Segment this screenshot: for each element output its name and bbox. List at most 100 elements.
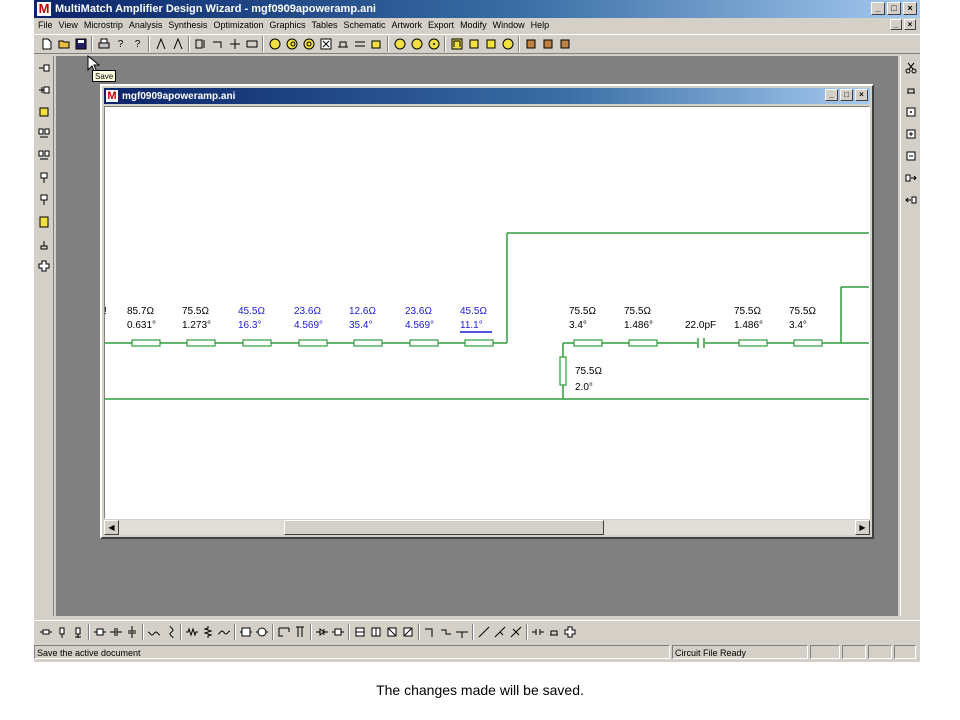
series-res-icon[interactable] <box>184 623 200 640</box>
menu-help[interactable]: Help <box>530 20 555 30</box>
transformer-icon[interactable] <box>276 623 292 640</box>
shunt-out-icon[interactable] <box>35 190 53 210</box>
circle-alt-icon[interactable] <box>499 36 516 53</box>
document-close-button[interactable]: × <box>855 89 868 101</box>
via-alt-icon[interactable] <box>492 623 508 640</box>
resonator-alt-icon[interactable] <box>254 623 270 640</box>
transformer-alt-icon[interactable] <box>292 623 308 640</box>
cut-icon[interactable] <box>902 58 920 78</box>
matrix-icon[interactable] <box>317 36 334 53</box>
help-icon[interactable]: ? <box>112 36 129 53</box>
mdi-close-button[interactable]: × <box>904 19 916 30</box>
ground-icon[interactable] <box>35 234 53 254</box>
network-icon[interactable] <box>334 36 351 53</box>
scroll-left-arrow-icon[interactable]: ◀ <box>104 520 119 535</box>
menu-export[interactable]: Export <box>427 20 459 30</box>
menu-graphics[interactable]: Graphics <box>268 20 310 30</box>
tune-icon[interactable] <box>152 36 169 53</box>
shunt-cap-icon[interactable] <box>124 623 140 640</box>
cascade-right-icon[interactable] <box>35 146 53 166</box>
layout-icon[interactable] <box>368 36 385 53</box>
input-port-icon[interactable] <box>35 58 53 78</box>
add-element-icon[interactable] <box>35 80 53 100</box>
mdi-minimize-button[interactable]: _ <box>890 19 902 30</box>
diode-icon[interactable] <box>314 623 330 640</box>
hybrid-fourth-icon[interactable] <box>400 623 416 640</box>
transistor-icon[interactable] <box>522 36 539 53</box>
maximize-button[interactable]: □ <box>887 2 901 15</box>
step-icon[interactable] <box>438 623 454 640</box>
series-cap-icon[interactable] <box>108 623 124 640</box>
shunt-short-icon[interactable] <box>70 623 86 640</box>
coupled-line-icon[interactable] <box>92 623 108 640</box>
via-icon[interactable] <box>476 623 492 640</box>
menu-window[interactable]: Window <box>492 20 530 30</box>
pulse-icon[interactable] <box>448 36 465 53</box>
element-icon[interactable] <box>192 36 209 53</box>
tapped-ind-icon[interactable] <box>216 623 232 640</box>
shunt-in-icon[interactable] <box>35 168 53 188</box>
tee-icon[interactable] <box>454 623 470 640</box>
menu-file[interactable]: File <box>37 20 58 30</box>
menu-schematic[interactable]: Schematic <box>343 20 391 30</box>
transistor-third-icon[interactable] <box>556 36 573 53</box>
menu-optimization[interactable]: Optimization <box>212 20 268 30</box>
transistor-alt-icon[interactable] <box>539 36 556 53</box>
via-third-icon[interactable] <box>508 623 524 640</box>
stub-icon[interactable] <box>209 36 226 53</box>
series-line-icon[interactable] <box>38 623 54 640</box>
gap-icon[interactable] <box>530 623 546 640</box>
hybrid-icon[interactable] <box>352 623 368 640</box>
print-icon[interactable] <box>95 36 112 53</box>
hybrid-alt-icon[interactable] <box>368 623 384 640</box>
save-icon[interactable] <box>72 36 89 53</box>
move-right-icon[interactable] <box>902 168 920 188</box>
document-minimize-button[interactable]: _ <box>825 89 838 101</box>
shunt-open-icon[interactable] <box>54 623 70 640</box>
cross-junction-icon[interactable] <box>562 623 578 640</box>
menu-synthesis[interactable]: Synthesis <box>167 20 212 30</box>
smith-chart-icon[interactable] <box>283 36 300 53</box>
document-maximize-button[interactable]: □ <box>840 89 853 101</box>
series-ind-icon[interactable] <box>146 623 162 640</box>
minimize-button[interactable]: _ <box>871 2 885 15</box>
tune-alt-icon[interactable] <box>169 36 186 53</box>
square-icon[interactable] <box>465 36 482 53</box>
cascade-left-icon[interactable] <box>35 124 53 144</box>
swap-icon[interactable] <box>351 36 368 53</box>
horizontal-scrollbar[interactable]: ◀ ▶ <box>104 520 870 535</box>
close-button[interactable]: × <box>903 2 917 15</box>
schematic-canvas[interactable]: 85.7Ω 0.631° 75.5Ω 1.273° 45.5Ω 16.3° 23.6Ω 4.5… <box>104 106 870 519</box>
scroll-thumb[interactable] <box>284 520 604 535</box>
shunt-ind-icon[interactable] <box>162 623 178 640</box>
box-icon[interactable] <box>243 36 260 53</box>
hybrid-third-icon[interactable] <box>384 623 400 640</box>
menu-artwork[interactable]: Artwork <box>391 20 428 30</box>
z-param-icon[interactable] <box>408 36 425 53</box>
open-folder-icon[interactable] <box>55 36 72 53</box>
scroll-right-arrow-icon[interactable]: ▶ <box>855 520 870 535</box>
zoom-out-icon[interactable] <box>902 146 920 166</box>
admittance-chart-icon[interactable] <box>300 36 317 53</box>
small-box-icon[interactable] <box>902 102 920 122</box>
bend-icon[interactable] <box>422 623 438 640</box>
context-help-icon[interactable]: ? <box>129 36 146 53</box>
port-icon[interactable] <box>226 36 243 53</box>
ground-plane-icon[interactable] <box>902 80 920 100</box>
s-param-icon[interactable] <box>425 36 442 53</box>
yellow-block-icon[interactable] <box>35 102 53 122</box>
y-param-icon[interactable] <box>391 36 408 53</box>
shunt-res-icon[interactable] <box>200 623 216 640</box>
square-alt-icon[interactable] <box>482 36 499 53</box>
menu-modify[interactable]: Modify <box>459 20 492 30</box>
component-icon[interactable] <box>35 212 53 232</box>
menu-microstrip[interactable]: Microstrip <box>83 20 128 30</box>
cross-icon[interactable] <box>35 256 53 276</box>
circle-yellow-icon[interactable] <box>266 36 283 53</box>
resonator-icon[interactable] <box>238 623 254 640</box>
zoom-in-icon[interactable] <box>902 124 920 144</box>
menu-view[interactable]: View <box>58 20 83 30</box>
move-left-icon[interactable] <box>902 190 920 210</box>
attenuator-icon[interactable] <box>330 623 346 640</box>
open-end-icon[interactable] <box>546 623 562 640</box>
